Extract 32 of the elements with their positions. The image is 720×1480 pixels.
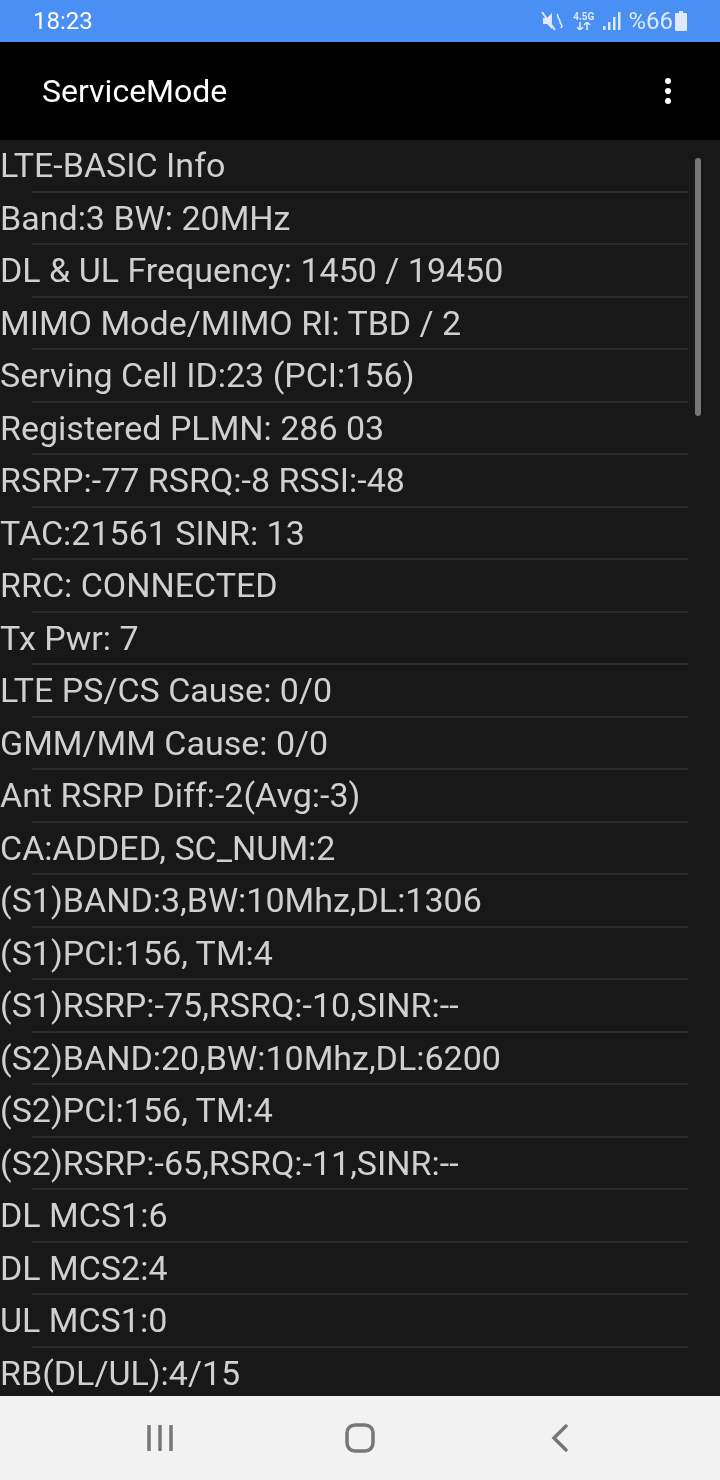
app-title: ServiceMode [42, 71, 229, 112]
back-icon [551, 1424, 569, 1452]
info-line: (S1)RSRP:-75,RSRQ:-10,SINR:-- [0, 988, 459, 1023]
mute-vibrate-icon [541, 11, 564, 31]
info-line: Ant RSRP Diff:-2(Avg:-3) [0, 778, 361, 813]
network-type-label: 4.5G [573, 12, 595, 22]
info-line: RRC: CONNECTED [0, 568, 278, 603]
status-time: 18:23 [33, 6, 93, 37]
battery-percent: %66 [628, 6, 673, 37]
info-line: UL MCS1:0 [0, 1303, 168, 1338]
data-arrows-icon [576, 22, 591, 30]
info-line: LTE PS/CS Cause: 0/0 [0, 673, 333, 708]
info-line: CA:ADDED, SC_NUM:2 [0, 830, 336, 865]
info-line: LTE-BASIC Info [0, 148, 226, 183]
signal-icon [602, 12, 623, 30]
info-line: MIMO Mode/MIMO RI: TBD / 2 [0, 305, 462, 340]
info-line: RSRP:-77 RSRQ:-8 RSSI:-48 [0, 463, 405, 498]
home-icon [345, 1423, 375, 1453]
info-line: Tx Pwr: 7 [0, 620, 139, 655]
info-line: Band:3 BW: 20MHz [0, 200, 291, 235]
info-line: GMM/MM Cause: 0/0 [0, 725, 329, 760]
info-line: TAC:21561 SINR: 13 [0, 515, 305, 550]
info-line: (S1)BAND:3,BW:10Mhz,DL:1306 [0, 883, 482, 918]
info-line: DL & UL Frequency: 1450 / 19450 [0, 253, 504, 288]
info-line: DL MCS1:6 [0, 1198, 168, 1233]
info-line: Serving Cell ID:23 (PCI:156) [0, 358, 415, 393]
info-line: DL MCS2:4 [0, 1250, 168, 1285]
recent-apps-icon [146, 1425, 174, 1451]
battery-icon [675, 11, 687, 31]
info-line: (S2)PCI:156, TM:4 [0, 1093, 273, 1128]
info-line: Registered PLMN: 286 03 [0, 410, 385, 445]
more-vertical-icon [664, 77, 672, 105]
